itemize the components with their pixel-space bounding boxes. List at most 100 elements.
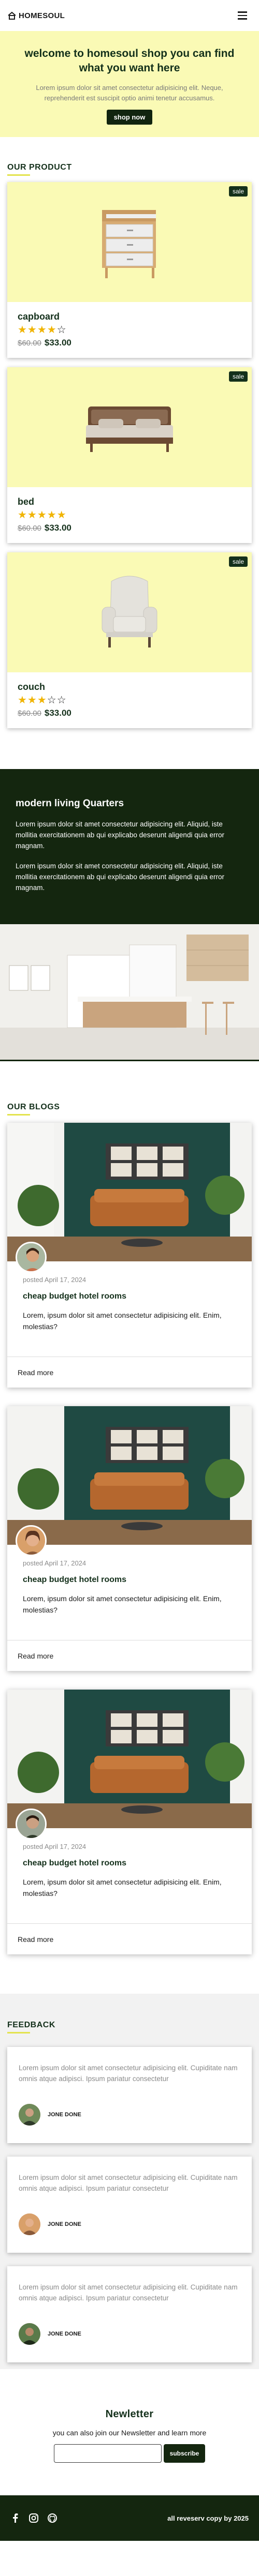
testimonial-author: JONE DONE — [19, 2104, 81, 2126]
product-name: couch — [18, 682, 46, 692]
cupboard-image — [102, 210, 156, 278]
hero-section: welcome to homesoul shop you can find wh… — [0, 31, 259, 137]
sale-badge: sale — [228, 371, 248, 382]
blog-image — [7, 1690, 252, 1828]
new-price: $33.00 — [44, 523, 71, 533]
blog-description: Lorem, ipsum dolor sit amet consectetur … — [23, 1594, 222, 1614]
products-heading: OUR PRODUCT — [0, 137, 259, 176]
newsletter-email-input[interactable] — [53, 2444, 162, 2463]
read-more-link[interactable]: Read more — [7, 1357, 252, 1388]
house-logo-icon — [8, 11, 16, 20]
old-price: $60.00 — [18, 709, 41, 718]
kitchen-image — [0, 924, 259, 1060]
blogs-heading: OUR BLOGS — [0, 1061, 259, 1116]
feedback-title: FEEDBACK — [7, 2021, 55, 2029]
price: $60.00 $33.00 — [18, 708, 241, 718]
brand-name: HOMESOUL — [19, 11, 65, 20]
read-more-link[interactable]: Read more — [7, 1923, 252, 1954]
blog-list: posted April 17, 2024 cheap budget hotel… — [0, 1116, 259, 1954]
author-avatar — [16, 1242, 47, 1273]
post-date: posted April 17, 2024 — [23, 1559, 87, 1567]
heading-underline — [7, 2032, 30, 2033]
author-name: JONE DONE — [48, 2221, 81, 2227]
product-card[interactable]: sale capboard ★★★★☆ $60.00 $33.00 — [7, 182, 252, 358]
products-title: OUR PRODUCT — [7, 163, 72, 172]
post-date: posted April 17, 2024 — [23, 1276, 87, 1284]
author-avatar — [19, 2323, 40, 2345]
author-avatar — [19, 2104, 40, 2126]
blog-description: Lorem, ipsum dolor sit amet consectetur … — [23, 1311, 222, 1331]
old-price: $60.00 — [18, 339, 41, 348]
read-more-link[interactable]: Read more — [7, 1640, 252, 1671]
newsletter-form: subscribe — [0, 2444, 259, 2463]
newsletter-title: Newletter — [105, 2408, 154, 2420]
living-title: modern living Quarters — [16, 798, 124, 809]
newsletter-section: Newletter you can also join our Newslett… — [0, 2369, 259, 2495]
blog-title[interactable]: cheap budget hotel rooms — [23, 1859, 236, 1868]
testimonial-card: Lorem ipsum dolor sit amet consectetur a… — [7, 2266, 252, 2362]
blog-image — [7, 1123, 252, 1261]
github-icon[interactable] — [48, 2513, 57, 2523]
product-name: bed — [18, 496, 35, 507]
copyright-text: all reveserv copy by 2025 — [167, 2514, 249, 2522]
stars-empty: ☆ — [56, 324, 67, 336]
feedback-section: FEEDBACK Lorem ipsum dolor sit amet cons… — [0, 1994, 259, 2369]
testimonial-text: Lorem ipsum dolor sit amet consectetur a… — [19, 2174, 238, 2192]
rating-stars: ★★★★☆ — [18, 324, 241, 336]
social-links — [10, 2513, 57, 2523]
stars-filled: ★★★★ — [18, 324, 57, 336]
author-name: JONE DONE — [48, 2112, 81, 2118]
armchair-image — [102, 576, 157, 647]
sale-badge: sale — [228, 556, 248, 567]
facebook-icon[interactable] — [10, 2513, 20, 2523]
product-card[interactable]: sale bed ★★★★★ $60.00 $33.00 — [7, 367, 252, 543]
top-navbar: HOMESOUL — [0, 0, 259, 31]
stars-empty: ☆☆ — [47, 695, 67, 706]
author-avatar — [16, 1525, 47, 1556]
brand-logo[interactable]: HOMESOUL — [7, 11, 65, 20]
product-card[interactable]: sale couch ★★★☆☆ $60.00 $33.00 — [7, 552, 252, 728]
stars-filled: ★★★ — [18, 695, 47, 706]
blog-description: Lorem, ipsum dolor sit amet consectetur … — [23, 1878, 222, 1897]
bed-image — [86, 406, 173, 452]
feedback-heading: FEEDBACK — [7, 2021, 252, 2033]
product-image: sale — [7, 182, 252, 302]
modern-living-section: modern living Quarters Lorem ipsum dolor… — [0, 769, 259, 924]
product-name: capboard — [18, 311, 60, 322]
product-list: sale capboard ★★★★☆ $60.00 $33.00 sale b… — [0, 176, 259, 728]
sale-badge: sale — [228, 186, 248, 197]
page: HOMESOUL welcome to homesoul shop you ca… — [0, 0, 259, 2576]
price: $60.00 $33.00 — [18, 338, 241, 348]
price: $60.00 $33.00 — [18, 523, 241, 533]
blog-title[interactable]: cheap budget hotel rooms — [23, 1575, 236, 1585]
blog-title[interactable]: cheap budget hotel rooms — [23, 1292, 236, 1301]
post-date: posted April 17, 2024 — [23, 1843, 87, 1850]
subscribe-button[interactable]: subscribe — [163, 2444, 206, 2463]
new-price: $33.00 — [44, 708, 71, 718]
blog-card: posted April 17, 2024 cheap budget hotel… — [7, 1406, 252, 1671]
blog-card: posted April 17, 2024 cheap budget hotel… — [7, 1690, 252, 1954]
author-avatar — [16, 1809, 47, 1840]
living-paragraph: Lorem ipsum dolor sit amet consectetur a… — [16, 820, 224, 850]
rating-stars: ★★★☆☆ — [18, 695, 241, 706]
blog-card: posted April 17, 2024 cheap budget hotel… — [7, 1123, 252, 1388]
product-image: sale — [7, 367, 252, 487]
testimonial-author: JONE DONE — [19, 2323, 81, 2345]
hamburger-menu-icon[interactable] — [235, 8, 250, 23]
old-price: $60.00 — [18, 524, 41, 533]
newsletter-text: you can also join our Newsletter and lea… — [52, 2429, 207, 2437]
testimonial-card: Lorem ipsum dolor sit amet consectetur a… — [7, 2157, 252, 2253]
testimonial-text: Lorem ipsum dolor sit amet consectetur a… — [19, 2283, 238, 2302]
stars-filled: ★★★★★ — [18, 509, 67, 521]
shop-now-button[interactable]: shop now — [106, 110, 153, 125]
product-image: sale — [7, 552, 252, 672]
new-price: $33.00 — [44, 338, 71, 348]
living-paragraph: Lorem ipsum dolor sit amet consectetur a… — [16, 862, 224, 892]
testimonial-card: Lorem ipsum dolor sit amet consectetur a… — [7, 2047, 252, 2143]
blog-image — [7, 1406, 252, 1545]
hero-text: Lorem ipsum dolor sit amet consectetur a… — [36, 84, 223, 102]
author-name: JONE DONE — [48, 2331, 81, 2337]
rating-stars: ★★★★★ — [18, 509, 241, 521]
author-avatar — [19, 2213, 40, 2235]
instagram-icon[interactable] — [29, 2513, 38, 2523]
